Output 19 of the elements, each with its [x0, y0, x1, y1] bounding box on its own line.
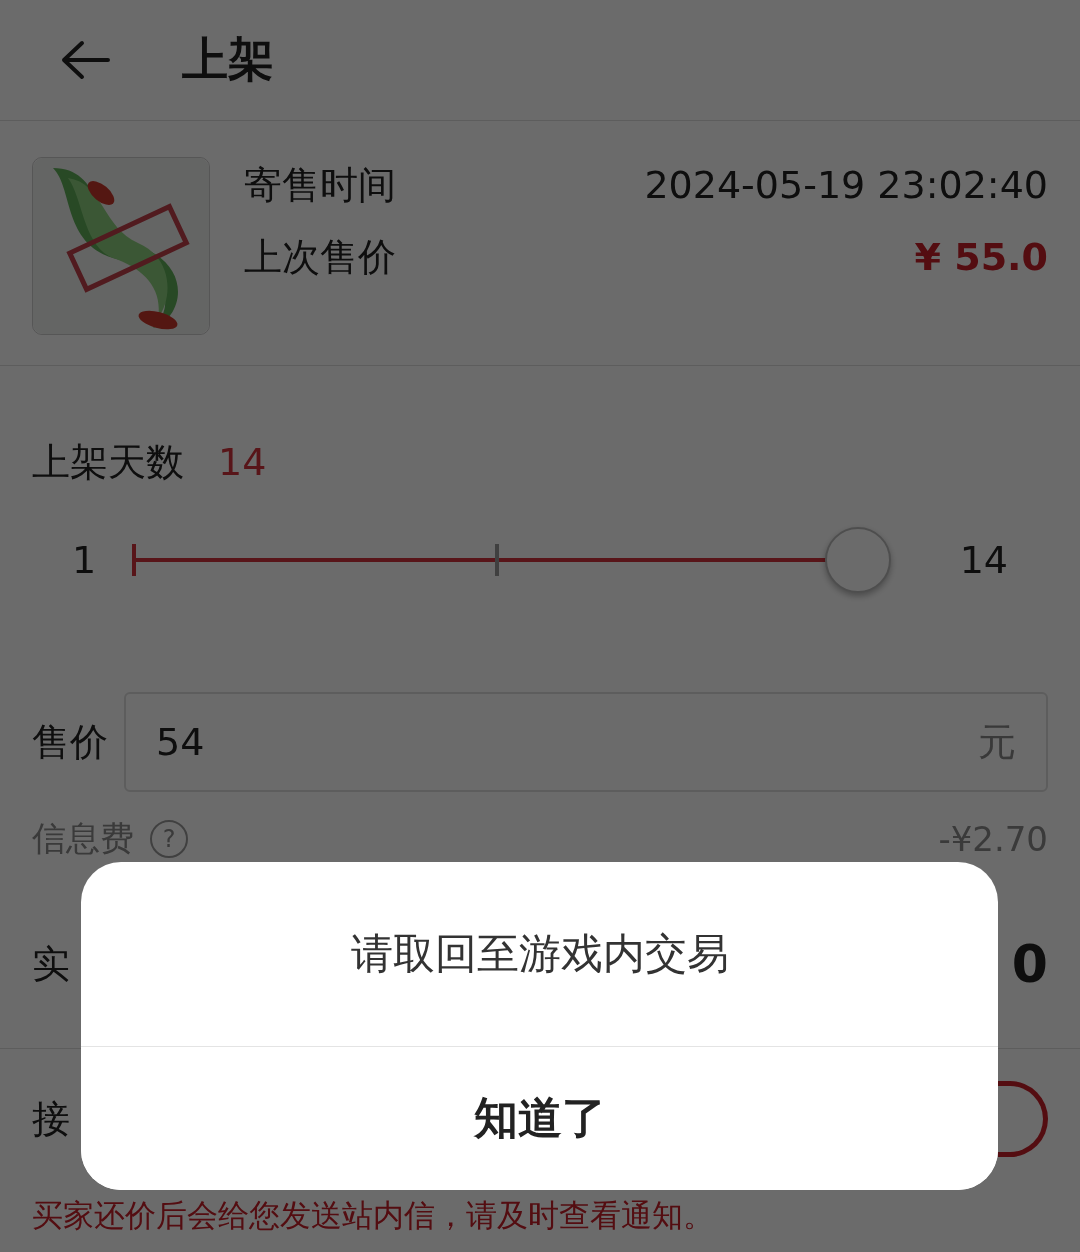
last-price: ¥ 55.0	[914, 235, 1048, 279]
actual-label: 实	[32, 940, 70, 988]
help-icon[interactable]: ?	[150, 820, 188, 858]
slider-thumb[interactable]	[824, 527, 891, 593]
slider-min: 1	[72, 538, 97, 582]
consign-time: 2024-05-19 23:02:40	[644, 163, 1048, 207]
days-label: 上架天数	[32, 438, 184, 486]
tick-mark	[132, 544, 137, 576]
days-value: 14	[218, 440, 267, 484]
tick-mark	[494, 544, 499, 576]
back-arrow-icon[interactable]	[60, 40, 110, 80]
notice-text: 买家还价后会给您发送站内信，请及时查看通知。	[31, 1196, 715, 1235]
price-label: 售价	[32, 718, 108, 766]
actual-value: 0	[1011, 934, 1048, 994]
info-label: 上次售价	[244, 233, 396, 281]
slider-max: 14	[959, 538, 1008, 582]
info-label: 寄售时间	[244, 161, 396, 209]
page-title: 上架	[182, 31, 274, 88]
accept-label: 接	[32, 1095, 70, 1143]
